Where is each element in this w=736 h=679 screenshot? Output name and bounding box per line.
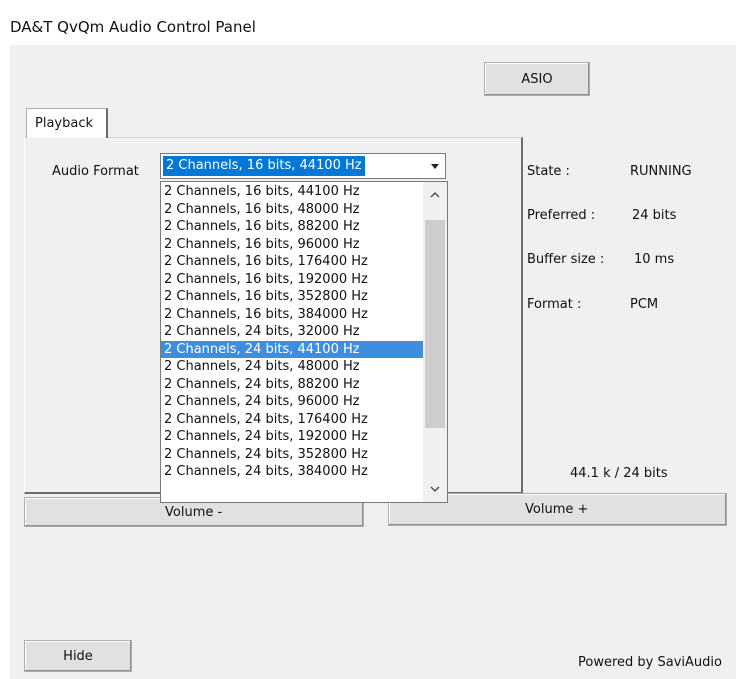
preferred-label: Preferred : bbox=[527, 208, 596, 223]
state-label: State : bbox=[527, 164, 570, 179]
format-option[interactable]: 2 Channels, 24 bits, 32000 Hz bbox=[161, 323, 423, 341]
format-value: PCM bbox=[630, 297, 659, 312]
format-label: Format : bbox=[527, 297, 582, 312]
format-option[interactable]: 2 Channels, 16 bits, 176400 Hz bbox=[161, 253, 423, 271]
format-summary: 44.1 k / 24 bits bbox=[570, 466, 668, 481]
format-option[interactable]: 2 Channels, 24 bits, 352800 Hz bbox=[161, 446, 423, 464]
format-option-highlighted[interactable]: 2 Channels, 24 bits, 44100 Hz bbox=[161, 340, 423, 358]
powered-by-text: Powered by SaviAudio bbox=[578, 655, 722, 670]
format-option[interactable]: 2 Channels, 24 bits, 384000 Hz bbox=[161, 463, 423, 481]
audio-format-selected-value: 2 Channels, 16 bits, 44100 Hz bbox=[163, 156, 365, 176]
audio-format-dropdown-list[interactable]: 2 Channels, 16 bits, 44100 Hz 2 Channels… bbox=[160, 181, 448, 503]
buffer-size-label: Buffer size : bbox=[527, 252, 605, 267]
scroll-down-arrow[interactable] bbox=[423, 480, 447, 498]
chevron-up-icon bbox=[430, 192, 440, 198]
preferred-value: 24 bits bbox=[632, 208, 677, 223]
audio-format-label: Audio Format bbox=[52, 164, 139, 179]
dropdown-toggle[interactable] bbox=[425, 154, 445, 178]
chevron-down-icon bbox=[430, 486, 440, 492]
window-title: DA&T QvQm Audio Control Panel bbox=[10, 18, 256, 36]
format-option[interactable]: 2 Channels, 24 bits, 48000 Hz bbox=[161, 358, 423, 376]
format-option[interactable]: 2 Channels, 16 bits, 44100 Hz bbox=[161, 183, 423, 201]
buffer-size-value: 10 ms bbox=[634, 252, 675, 267]
dropdown-scrollbar[interactable] bbox=[423, 182, 447, 502]
format-option[interactable]: 2 Channels, 16 bits, 48000 Hz bbox=[161, 201, 423, 219]
chevron-down-icon bbox=[431, 163, 439, 169]
format-option[interactable]: 2 Channels, 16 bits, 192000 Hz bbox=[161, 271, 423, 289]
format-option[interactable]: 2 Channels, 24 bits, 176400 Hz bbox=[161, 411, 423, 429]
tab-playback[interactable]: Playback bbox=[26, 108, 108, 138]
format-option[interactable]: 2 Channels, 16 bits, 88200 Hz bbox=[161, 218, 423, 236]
scroll-thumb[interactable] bbox=[425, 220, 445, 428]
state-value: RUNNING bbox=[630, 164, 692, 179]
format-option[interactable]: 2 Channels, 24 bits, 192000 Hz bbox=[161, 428, 423, 446]
scroll-up-arrow[interactable] bbox=[423, 186, 447, 204]
format-option[interactable]: 2 Channels, 16 bits, 384000 Hz bbox=[161, 306, 423, 324]
asio-button[interactable]: ASIO bbox=[484, 62, 590, 96]
format-option[interactable]: 2 Channels, 24 bits, 96000 Hz bbox=[161, 393, 423, 411]
format-option[interactable]: 2 Channels, 16 bits, 96000 Hz bbox=[161, 236, 423, 254]
audio-format-combobox[interactable]: 2 Channels, 16 bits, 44100 Hz bbox=[160, 153, 446, 179]
hide-button[interactable]: Hide bbox=[24, 640, 132, 672]
format-option[interactable]: 2 Channels, 24 bits, 88200 Hz bbox=[161, 376, 423, 394]
format-option[interactable]: 2 Channels, 16 bits, 352800 Hz bbox=[161, 288, 423, 306]
